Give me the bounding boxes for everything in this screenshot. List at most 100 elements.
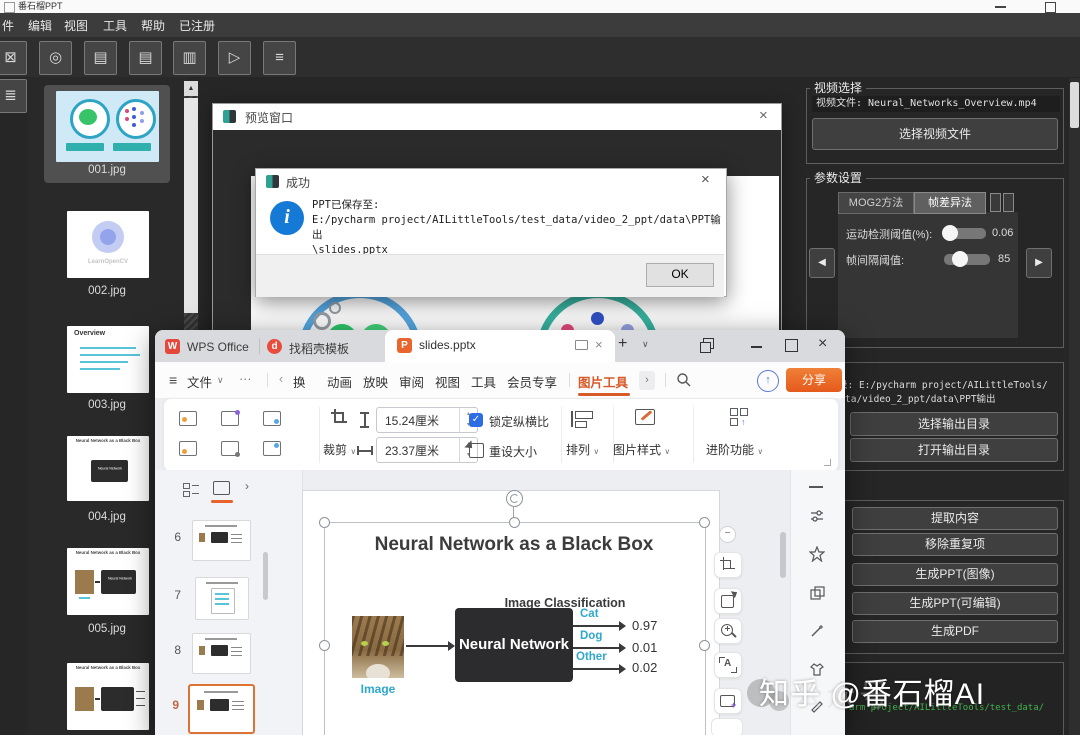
app-scrollbar-thumb[interactable] <box>1070 82 1079 128</box>
slide-thumb-9-selected[interactable] <box>188 684 255 734</box>
star-icon[interactable] <box>809 546 825 562</box>
remove-duplicates-button[interactable]: 移除重复项 <box>852 533 1058 556</box>
menu-edit[interactable]: 编辑 <box>28 17 52 34</box>
nn-box[interactable]: Neural Network <box>455 608 573 682</box>
zoom-tool-icon[interactable] <box>714 618 742 644</box>
shirt-skin-icon[interactable] <box>809 661 825 677</box>
pen-tool-icon[interactable] <box>809 697 825 713</box>
cloud-upload-icon[interactable]: ↑ <box>757 370 779 392</box>
wps-tab-slideshow[interactable]: 放映 <box>363 372 388 391</box>
magic-wand-icon[interactable] <box>809 623 825 639</box>
slide-view-icon[interactable] <box>213 481 230 495</box>
tab-docer[interactable]: d 找稻壳模板 <box>263 334 367 360</box>
tab-monitor-icon[interactable] <box>575 340 588 350</box>
slide-thumb-8[interactable] <box>192 633 251 674</box>
search-icon[interactable] <box>676 372 692 388</box>
more-menu-icon[interactable]: ··· <box>239 372 252 386</box>
arrange-icon[interactable] <box>571 411 593 428</box>
menu-tools[interactable]: 工具 <box>103 17 127 34</box>
picture-style-icon[interactable] <box>635 409 655 425</box>
slider1-knob[interactable] <box>942 225 958 241</box>
scroll-left-icon[interactable]: ‹ <box>279 372 283 386</box>
wps-tab-view[interactable]: 视图 <box>435 372 460 391</box>
scroll-up-icon[interactable]: ▲ <box>184 81 198 96</box>
generate-pdf-button[interactable]: 生成PDF <box>852 620 1058 643</box>
extract-content-button[interactable]: 提取内容 <box>852 507 1058 530</box>
menu-file[interactable]: 件 <box>2 17 14 34</box>
new-tab-icon[interactable]: + <box>618 335 627 353</box>
tab-list-chevron-icon[interactable]: ∨ <box>642 339 649 350</box>
chart-columns-icon[interactable]: ▥ <box>173 41 206 75</box>
insert-picture-icon[interactable] <box>179 411 197 426</box>
tab-toggle-2[interactable] <box>1003 193 1014 212</box>
preview-titlebar[interactable]: 预览窗口 × <box>213 104 781 131</box>
wps-close-icon[interactable]: × <box>818 335 827 353</box>
picture-settings-icon[interactable] <box>221 441 240 457</box>
choose-video-button[interactable]: 选择视频文件 <box>812 118 1058 150</box>
tab-toggle-1[interactable] <box>990 193 1001 212</box>
list-icon[interactable]: ≡ <box>263 41 296 75</box>
play-icon[interactable]: ▷ <box>218 41 251 75</box>
ocr-tool-icon[interactable]: A <box>714 652 742 678</box>
lock-aspect-checkbox[interactable]: ✓ <box>469 413 483 427</box>
ai-picture-icon[interactable] <box>221 410 240 426</box>
thumb-002[interactable]: LearnOpenCV <box>67 211 149 278</box>
width-field[interactable]: 23.37厘米 ▴ ▾ <box>376 437 478 463</box>
crop-tool-icon[interactable] <box>714 552 742 578</box>
height-field[interactable]: 15.24厘米 ▴ ▾ <box>376 407 478 433</box>
wps-maximize-icon[interactable] <box>785 339 798 352</box>
selection-handle[interactable] <box>319 517 330 528</box>
thumb-003[interactable]: Overview <box>67 326 149 393</box>
ribbon-corner-icon[interactable] <box>824 459 831 466</box>
record-icon[interactable]: ◎ <box>39 41 72 75</box>
crop-label[interactable]: 裁剪 ∨ <box>323 441 356 458</box>
crop-icon[interactable] <box>331 409 347 425</box>
change-picture-icon[interactable] <box>263 411 281 426</box>
slide-thumb-7[interactable] <box>195 577 249 620</box>
panel-expand-icon[interactable]: › <box>245 479 249 493</box>
outline-view-icon[interactable] <box>183 483 199 497</box>
sidebar-collapse-icon[interactable] <box>809 486 823 488</box>
document2-icon[interactable]: ▤ <box>129 41 162 75</box>
restore-icon[interactable] <box>700 338 716 354</box>
picture-fill-icon[interactable] <box>179 441 197 456</box>
reset-size-label[interactable]: 重设大小 <box>489 443 537 460</box>
tab-close-icon[interactable]: × <box>595 337 603 352</box>
dialog-titlebar[interactable]: 成功 × <box>256 169 724 195</box>
choose-output-button[interactable]: 选择输出目录 <box>850 412 1058 436</box>
wps-tab-animation[interactable]: 动画 <box>327 372 352 391</box>
thumb-005[interactable]: Neural Network as a Black Box Neural Net… <box>67 548 149 615</box>
tab-frame-diff[interactable]: 帧差异法 <box>914 192 986 214</box>
cat-image[interactable] <box>352 616 404 678</box>
tab-wps-office[interactable]: W WPS Office <box>161 334 255 360</box>
scroll-right-icon[interactable]: › <box>639 371 655 390</box>
next-arrow-button[interactable]: ▶ <box>1026 248 1052 278</box>
advanced-icon[interactable]: ↑ <box>730 408 748 427</box>
selection-handle[interactable] <box>699 640 710 651</box>
thumb-001[interactable]: 001.jpg <box>44 85 170 183</box>
generate-ppt-editable-button[interactable]: 生成PPT(可编辑) <box>852 592 1058 615</box>
close-box-icon[interactable]: ⊠ <box>0 41 27 75</box>
document-icon[interactable]: ▤ <box>84 41 117 75</box>
minimize-icon[interactable] <box>995 6 1006 8</box>
picture-style-label[interactable]: 图片样式 ∨ <box>613 441 670 458</box>
wps-tab-review[interactable]: 审阅 <box>399 372 424 391</box>
dialog-close-icon[interactable]: × <box>701 171 710 188</box>
maximize-icon[interactable] <box>1045 2 1056 13</box>
ok-button[interactable]: OK <box>646 263 714 287</box>
selection-handle[interactable] <box>319 640 330 651</box>
wps-file-menu[interactable]: 文件 <box>187 372 212 391</box>
slider2-knob[interactable] <box>952 251 968 267</box>
layers-icon[interactable] <box>809 585 825 601</box>
rotation-handle[interactable] <box>506 490 523 507</box>
menu-help[interactable]: 帮助 <box>141 17 165 34</box>
slide-panel-scrollbar[interactable] <box>263 552 268 600</box>
tab-slides-active[interactable]: P slides.pptx × <box>385 330 615 362</box>
tab-mog2[interactable]: MOG2方法 <box>838 192 914 214</box>
wps-tab-tools[interactable]: 工具 <box>471 372 496 391</box>
menu-registered[interactable]: 已注册 <box>179 17 215 34</box>
thumb-006[interactable]: Neural Network as a Black Box <box>67 663 149 730</box>
share-button[interactable]: 分享 <box>786 368 842 392</box>
wps-minimize-icon[interactable] <box>751 346 762 348</box>
prev-arrow-button[interactable]: ◀ <box>809 248 835 278</box>
